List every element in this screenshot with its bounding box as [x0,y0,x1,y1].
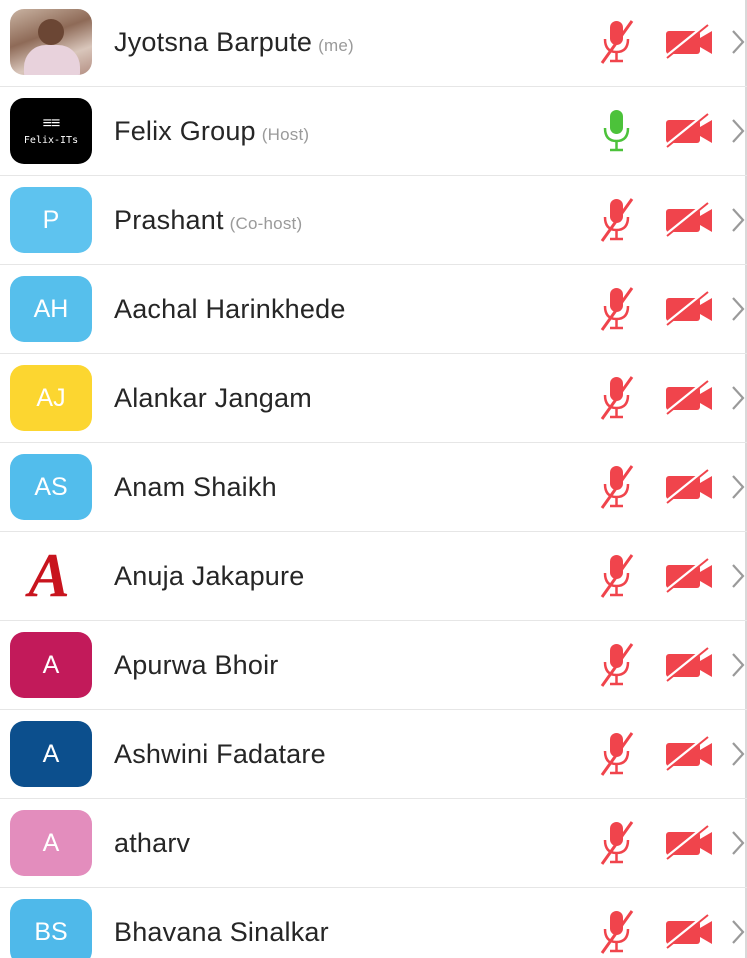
participant-avatar: BS [10,899,92,958]
participant-name: Jyotsna Barpute [114,26,313,57]
participant-row[interactable]: A atharv [0,799,747,888]
participant-name: Felix Group [114,115,256,146]
participant-row[interactable]: Jyotsna Barpute (me) [0,0,747,87]
video-off-icon[interactable] [662,734,718,774]
mic-muted-icon[interactable] [596,551,636,601]
participant-name: Ashwini Fadatare [114,738,326,769]
mic-muted-icon[interactable] [596,907,636,957]
participant-name-container: Aachal Harinkhede [114,294,346,325]
participant-row[interactable]: A Ashwini Fadatare [0,710,747,799]
chevron-right-icon[interactable] [730,918,746,946]
participant-name-container: Anam Shaikh [114,472,277,503]
mic-muted-icon[interactable] [596,17,636,67]
participant-row[interactable]: AJ Alankar Jangam [0,354,747,443]
participant-avatar: AJ [10,365,92,431]
mic-muted-icon[interactable] [596,284,636,334]
avatar-body [24,45,80,75]
participant-name-container: Prashant (Co-host) [114,205,302,236]
participant-name-container: atharv [114,828,190,859]
chevron-right-icon[interactable] [730,473,746,501]
participant-name-container: Felix Group (Host) [114,116,309,147]
participant-name: Alankar Jangam [114,382,312,413]
chevron-right-icon[interactable] [730,206,746,234]
mic-icon[interactable] [596,106,636,156]
participant-avatar: AS [10,454,92,520]
participant-row[interactable]: AS Anam Shaikh [0,443,747,532]
participant-name-container: Jyotsna Barpute (me) [114,27,354,58]
participant-row[interactable]: P Prashant (Co-host) [0,176,747,265]
video-off-icon[interactable] [662,111,718,151]
participant-photo-avatar [10,9,92,75]
participant-name-container: Ashwini Fadatare [114,739,326,770]
participant-avatar: A [10,810,92,876]
video-off-icon[interactable] [662,645,718,685]
chevron-right-icon[interactable] [730,562,746,590]
avatar-head [38,19,64,45]
participants-list: Jyotsna Barpute (me) ≡≡ Felix-ITs Felix Gr… [0,0,747,958]
participant-name-container: Apurwa Bhoir [114,650,278,681]
chevron-right-icon[interactable] [730,740,746,768]
participant-name: Bhavana Sinalkar [114,916,329,947]
video-off-icon[interactable] [662,467,718,507]
chevron-right-icon[interactable] [730,651,746,679]
chevron-right-icon[interactable] [730,295,746,323]
video-off-icon[interactable] [662,823,718,863]
participant-row[interactable]: A Apurwa Bhoir [0,621,747,710]
participant-role-tag: (Host) [261,124,310,144]
video-off-icon[interactable] [662,200,718,240]
chevron-right-icon[interactable] [730,384,746,412]
chevron-right-icon[interactable] [730,117,746,145]
participant-name: Aachal Harinkhede [114,293,346,324]
participant-row[interactable]: BS Bhavana Sinalkar [0,888,747,958]
participant-role-tag: (me) [318,35,354,55]
participant-avatar: A [10,632,92,698]
participant-name: atharv [114,827,191,858]
participant-avatar: AH [10,276,92,342]
participant-script-avatar: A [28,543,70,609]
mic-muted-icon[interactable] [596,373,636,423]
participant-row[interactable]: AH Aachal Harinkhede [0,265,747,354]
mic-muted-icon[interactable] [596,195,636,245]
participant-avatar: A [10,721,92,787]
video-off-icon[interactable] [662,289,718,329]
video-off-icon[interactable] [662,912,718,952]
participant-name: Anuja Jakapure [114,560,305,591]
video-off-icon[interactable] [662,556,718,596]
logo-mark-icon: ≡≡ [42,115,61,132]
participant-name: Anam Shaikh [114,471,277,502]
chevron-right-icon[interactable] [730,829,746,857]
participant-name-container: Alankar Jangam [114,383,312,414]
mic-muted-icon[interactable] [596,640,636,690]
video-off-icon[interactable] [662,378,718,418]
mic-muted-icon[interactable] [596,729,636,779]
mic-muted-icon[interactable] [596,462,636,512]
participant-name: Prashant [114,204,224,235]
chevron-right-icon[interactable] [730,28,746,56]
participant-row[interactable]: A Anuja Jakapure [0,532,747,621]
participant-avatar: P [10,187,92,253]
participant-row[interactable]: ≡≡ Felix-ITs Felix Group (Host) [0,87,747,176]
participant-name-container: Bhavana Sinalkar [114,917,329,948]
mic-muted-icon[interactable] [596,818,636,868]
logo-text: Felix-ITs [23,135,79,146]
participant-logo-avatar: ≡≡ Felix-ITs [10,98,92,164]
video-off-icon[interactable] [662,22,718,62]
participant-name-container: Anuja Jakapure [114,561,304,592]
participant-name: Apurwa Bhoir [114,649,279,680]
participant-role-tag: (Co-host) [229,213,303,233]
